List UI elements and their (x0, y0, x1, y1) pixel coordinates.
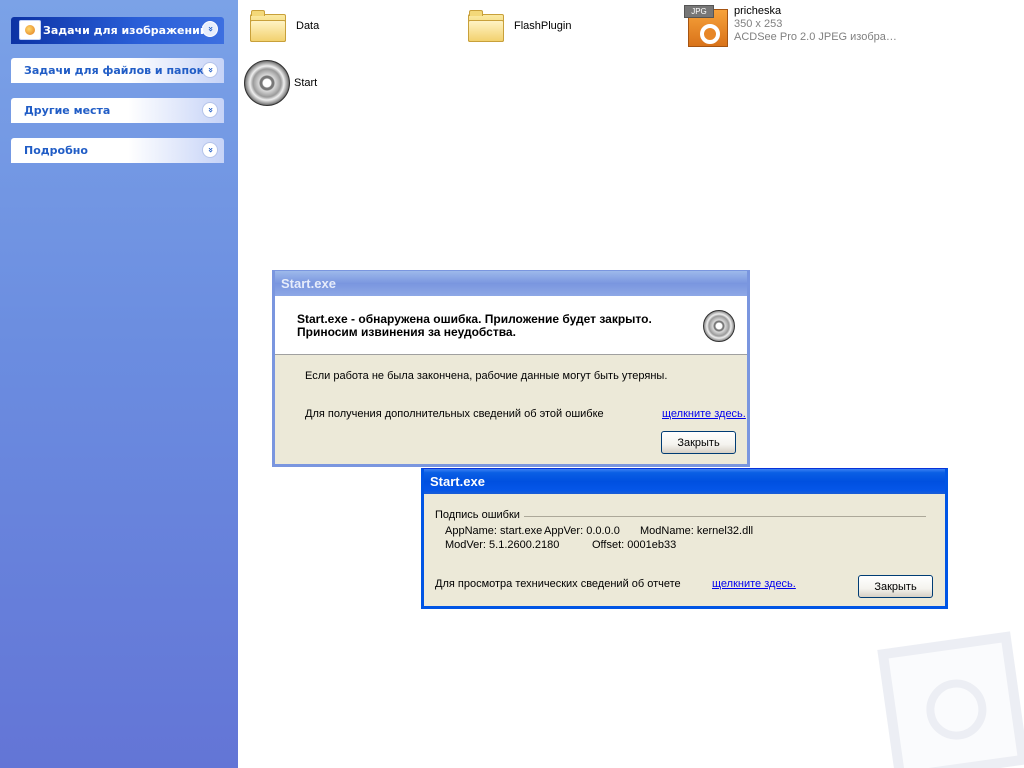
folder-flashplugin[interactable]: FlashPlugin (466, 8, 571, 44)
picture-watermark-icon (877, 631, 1024, 768)
panel-file-folder-tasks-label: Задачи для файлов и папок (24, 64, 205, 77)
group-divider (524, 516, 926, 517)
panel-details-label: Подробно (24, 144, 88, 157)
panel-file-folder-tasks[interactable]: Задачи для файлов и папок » (11, 58, 224, 83)
app-ver: AppVer: 0.0.0.0 (544, 525, 620, 537)
signature-dialog-title: Start.exe (430, 474, 485, 489)
chevron-down-icon[interactable]: » (202, 21, 218, 37)
panel-details[interactable]: Подробно » (11, 138, 224, 163)
panel-image-tasks-label: Задачи для изображений (43, 24, 208, 37)
close-button[interactable]: Закрыть (661, 431, 736, 454)
tech-info-text: Для просмотра технических сведений об от… (435, 578, 681, 590)
chevron-down-icon[interactable]: » (202, 142, 218, 158)
picture-tasks-icon (19, 20, 41, 40)
error-message-line2: Приносим извинения за неудобства. (297, 325, 516, 339)
folder-flashplugin-label: FlashPlugin (514, 20, 572, 32)
more-info-text: Для получения дополнительных сведений об… (305, 408, 604, 420)
cd-icon (244, 60, 290, 106)
panel-other-places-label: Другие места (24, 104, 111, 117)
error-dialog-header: Start.exe - обнаружена ошибка. Приложени… (275, 296, 747, 355)
panel-other-places[interactable]: Другие места » (11, 98, 224, 123)
mod-name: ModName: kernel32.dll (640, 525, 754, 537)
file-start-exe[interactable]: Start (244, 60, 318, 106)
chevron-down-icon[interactable]: » (202, 102, 218, 118)
file-start-label: Start (294, 77, 318, 89)
file-dimensions: 350 x 253 (734, 18, 783, 30)
folder-icon (466, 8, 506, 44)
more-info-link[interactable]: щелкните здесь. (662, 408, 746, 420)
cd-icon (703, 310, 735, 342)
file-name: pricheska (734, 5, 782, 17)
file-pricheska-jpg[interactable]: JPG pricheska 350 x 253 ACDSee Pro 2.0 J… (684, 5, 897, 49)
error-dialog: Start.exe Start.exe - обнаружена ошибка.… (272, 270, 750, 467)
close-button[interactable]: Закрыть (858, 575, 933, 598)
offset: Offset: 0001eb33 (592, 539, 677, 551)
error-signature-dialog: Start.exe Подпись ошибки AppName: start.… (421, 468, 948, 609)
app-name: AppName: start.exe (445, 525, 543, 537)
folder-data-label: Data (296, 20, 320, 32)
jpg-tag: JPG (684, 5, 714, 18)
tech-info-link[interactable]: щелкните здесь. (712, 578, 796, 590)
signature-group-label: Подпись ошибки (435, 509, 520, 521)
chevron-down-icon[interactable]: » (202, 62, 218, 78)
mod-ver: ModVer: 5.1.2600.2180 (445, 539, 560, 551)
folder-data[interactable]: Data (248, 8, 319, 44)
panel-image-tasks[interactable]: Задачи для изображений » (11, 17, 224, 44)
jpg-file-icon: JPG (684, 5, 730, 49)
data-loss-warning: Если работа не была закончена, рабочие д… (305, 370, 668, 382)
signature-dialog-titlebar[interactable]: Start.exe (424, 469, 945, 494)
task-pane: Задачи для изображений » Задачи для файл… (0, 0, 238, 768)
file-type: ACDSee Pro 2.0 JPEG изобра… (734, 31, 897, 43)
error-dialog-titlebar[interactable]: Start.exe (275, 271, 747, 296)
folder-icon (248, 8, 288, 44)
error-dialog-title: Start.exe (281, 276, 336, 291)
